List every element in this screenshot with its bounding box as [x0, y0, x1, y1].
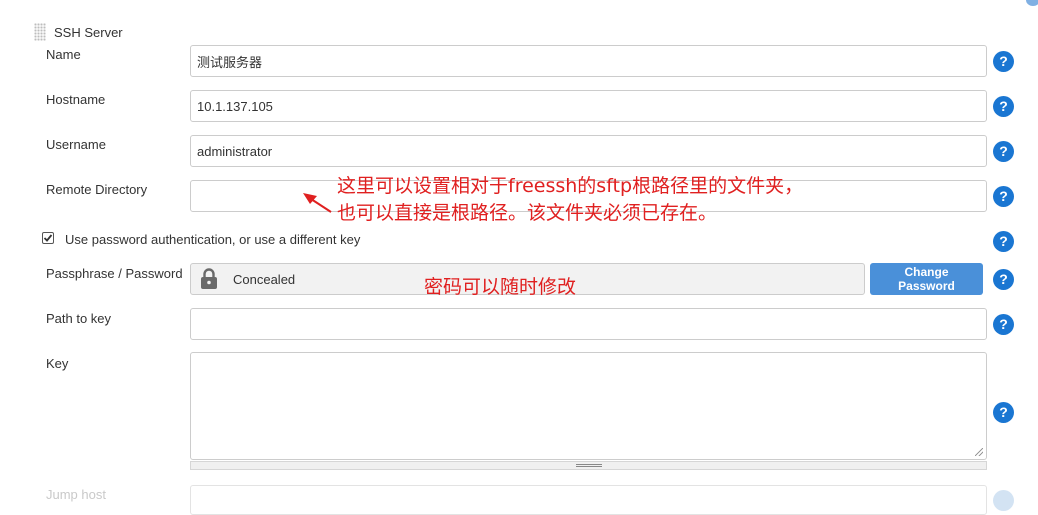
remote-directory-help-icon[interactable]: ?	[993, 186, 1014, 207]
use-password-label: Use password authentication, or use a di…	[65, 232, 361, 247]
section-title: SSH Server	[54, 24, 123, 40]
path-to-key-help-icon[interactable]: ?	[993, 314, 1014, 335]
password-annotation: 密码可以随时修改	[424, 276, 577, 298]
username-label: Username	[46, 137, 106, 152]
passphrase-label: Passphrase / Password	[46, 266, 183, 281]
key-textarea[interactable]	[190, 352, 987, 460]
annotation-arrow-icon	[303, 193, 332, 213]
jump-host-input[interactable]	[190, 485, 987, 515]
hostname-label: Hostname	[46, 92, 106, 107]
hostname-input[interactable]	[190, 90, 987, 122]
key-help-icon[interactable]: ?	[993, 402, 1014, 423]
concealed-text: Concealed	[233, 271, 296, 287]
use-password-help-icon[interactable]: ?	[993, 231, 1014, 252]
jump-host-label: Jump host	[46, 487, 106, 502]
name-help-icon[interactable]: ?	[993, 51, 1014, 72]
expand-handle-icon	[576, 464, 602, 467]
section-header: SSH Server	[34, 22, 123, 42]
name-label: Name	[46, 47, 81, 62]
jump-host-help-icon[interactable]	[993, 490, 1014, 511]
use-password-checkbox[interactable]	[42, 232, 54, 244]
remote-directory-label: Remote Directory	[46, 182, 148, 197]
annotation-line-1: 这里可以设置相对于freessh的sftp根路径里的文件夹，	[337, 175, 804, 197]
username-input[interactable]	[190, 135, 987, 167]
username-help-icon[interactable]: ?	[993, 141, 1014, 162]
corner-indicator	[1026, 0, 1038, 6]
name-input[interactable]	[190, 45, 987, 77]
hostname-help-icon[interactable]: ?	[993, 96, 1014, 117]
passphrase-help-icon[interactable]: ?	[993, 269, 1014, 290]
path-to-key-label: Path to key	[46, 311, 112, 326]
annotation-line-2: 也可以直接是根路径。该文件夹必须已存在。	[337, 202, 718, 224]
checkmark-icon	[43, 234, 53, 242]
key-label: Key	[46, 356, 69, 371]
lock-icon	[199, 268, 219, 290]
path-to-key-input[interactable]	[190, 308, 987, 340]
change-password-button[interactable]: Change Password	[870, 263, 983, 295]
drag-handle-icon[interactable]	[34, 23, 46, 41]
remote-directory-annotation: 这里可以设置相对于freessh的sftp根路径里的文件夹， 也可以直接是根路径…	[337, 173, 803, 227]
textarea-expand-bar[interactable]	[190, 461, 987, 470]
resize-handle-icon[interactable]	[975, 448, 983, 456]
